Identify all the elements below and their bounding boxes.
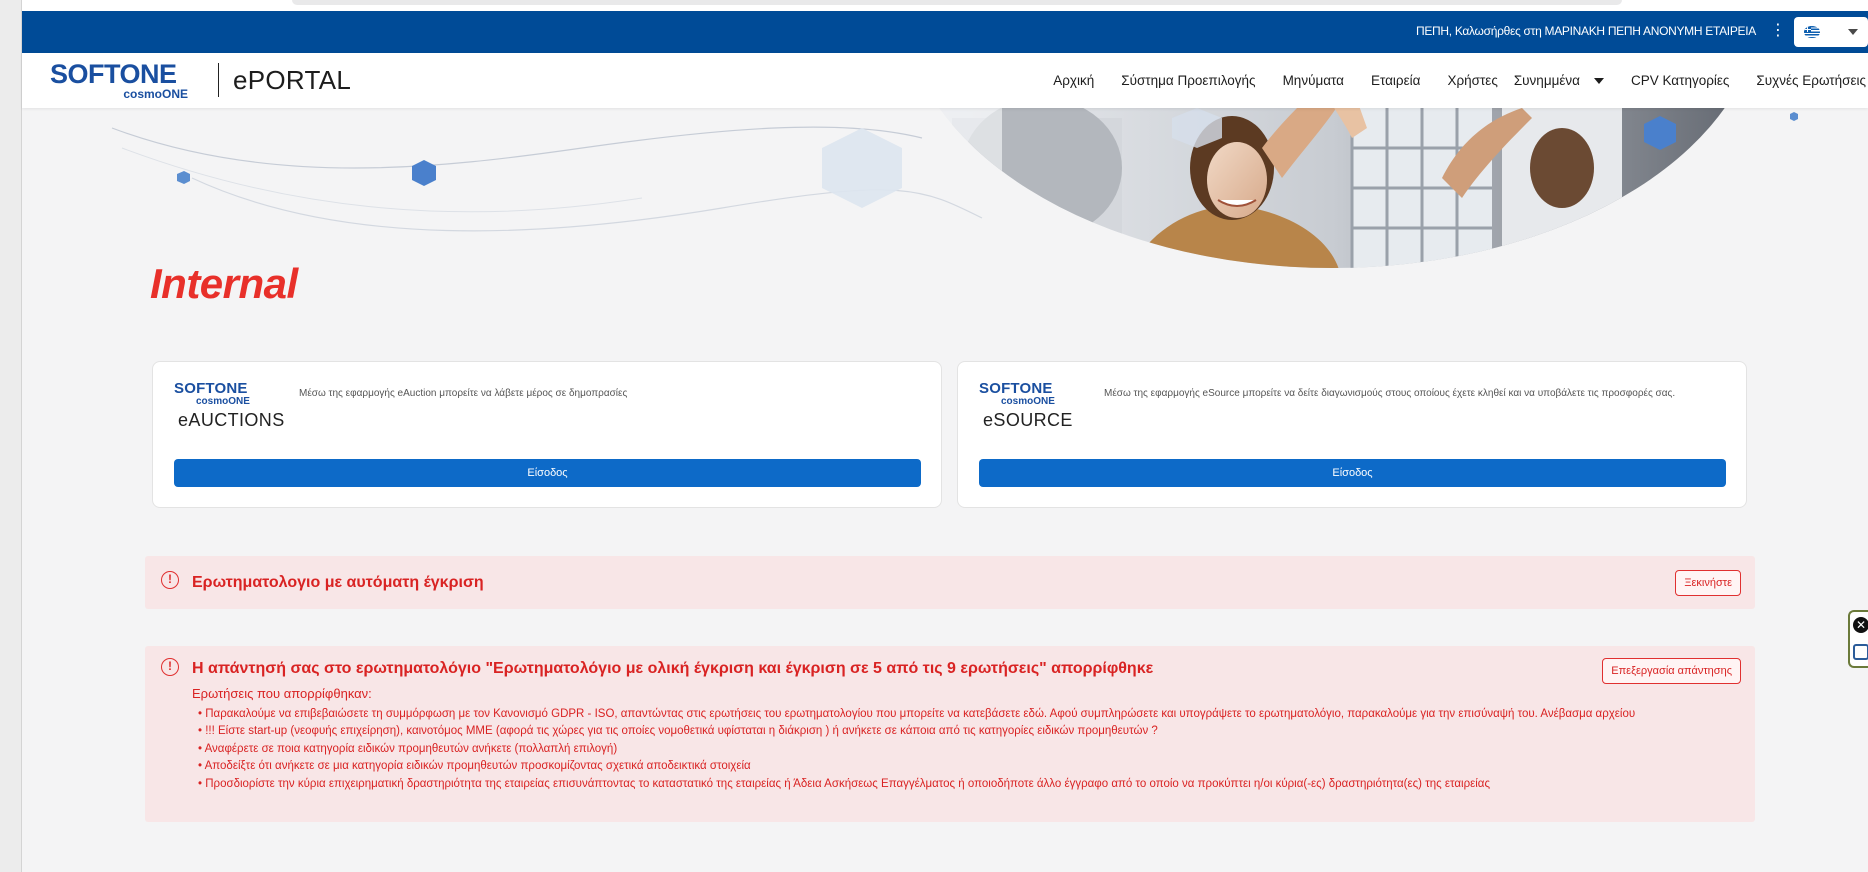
nav-item-users[interactable]: Χρήστες	[1447, 73, 1497, 88]
nav-item-faq[interactable]: Συχνές Ερωτήσεις	[1756, 73, 1866, 88]
esource-login-button[interactable]: Είσοδος	[979, 459, 1726, 487]
card-description: Μέσω της εφαρμογής eSource μπορείτε να δ…	[1104, 388, 1676, 399]
portal-name: ePORTAL	[233, 65, 352, 95]
eauctions-login-button[interactable]: Είσοδος	[174, 459, 921, 487]
chevron-down-icon	[1593, 77, 1604, 84]
nav-item-home[interactable]: Αρχική	[1053, 73, 1094, 88]
start-questionnaire-button[interactable]: Ξεκινήστε	[1675, 570, 1741, 596]
floating-accessibility-widget[interactable]: ✕	[1848, 610, 1868, 668]
alert-circle-icon: !	[161, 658, 179, 676]
alert-circle-icon: !	[161, 571, 179, 589]
logo-sub: cosmoONE	[1001, 396, 1055, 407]
language-selector[interactable]	[1794, 17, 1868, 47]
hero-illustration	[111, 108, 1798, 268]
globe-icon[interactable]	[1853, 644, 1868, 660]
nav-item-preselection[interactable]: Σύστημα Προεπιλογής	[1121, 73, 1255, 88]
browser-tab-strip	[292, 0, 1622, 5]
nav-item-cpv[interactable]: CPV Κατηγορίες	[1631, 73, 1729, 88]
rejected-questions-label: Ερωτήσεις που απορρίφθηκαν:	[192, 686, 372, 701]
edit-answer-button[interactable]: Επεξεργασία απάντησης	[1602, 658, 1741, 684]
browser-strip	[22, 0, 1868, 11]
esource-logo: SOFTONE cosmoONE eSOURCE	[979, 381, 1087, 437]
main-navbar: SOFTONE cosmoONE ePORTAL Αρχική Σύστημα …	[22, 53, 1868, 108]
nav-item-attachments[interactable]: Συνημμένα	[1514, 73, 1604, 88]
page-heading: Internal	[150, 260, 298, 307]
softone-logo[interactable]: SOFTONE cosmoONE	[50, 59, 210, 102]
questionnaire-alert: ! Ερωτηματολογιο με αυτόματη έγκριση Ξεκ…	[145, 556, 1755, 609]
product-name: eSOURCE	[983, 410, 1073, 430]
alert-title: Ερωτηματολογιο με αυτόματη έγκριση	[192, 574, 484, 591]
nav-item-attachments-label: Συνημμένα	[1513, 73, 1580, 88]
esource-card: SOFTONE cosmoONE eSOURCE Μέσω της εφαρμο…	[957, 361, 1747, 508]
nav-menu: Αρχική Σύστημα Προεπιλογής Μηνύματα Εται…	[1026, 53, 1866, 108]
logo-sub: cosmoONE	[123, 87, 188, 101]
nav-item-company[interactable]: Εταιρεία	[1371, 73, 1420, 88]
list-item: Αποδείξτε ότι ανήκετε σε μια κατηγορία ε…	[198, 758, 1738, 775]
greek-flag-icon	[1804, 26, 1820, 38]
chevron-down-icon	[1848, 29, 1858, 35]
logo-divider	[218, 63, 219, 97]
top-bar: ΠΕΠΗ, Καλωσήρθες στη ΜΑΡΙΝΑΚΗ ΠΕΠΗ ΑΝΟΝΥ…	[22, 11, 1868, 53]
rejected-answer-alert: ! Η απάντησή σας στο ερωτηματολόγιο "Ερω…	[145, 646, 1755, 822]
hero-banner	[22, 108, 1868, 288]
rejected-questions-list: Παρακαλούμε να επιβεβαιώσετε τη συμμόρφω…	[198, 706, 1738, 793]
window-left-edge	[0, 0, 22, 872]
list-item: !!! Είστε start-up (νεοφυής επιχείρηση),…	[198, 723, 1738, 740]
eauctions-logo: SOFTONE cosmoONE eAUCTIONS	[174, 380, 285, 437]
logo-sub: cosmoONE	[196, 396, 250, 407]
alert-title: Η απάντησή σας στο ερωτηματολόγιο "Ερωτη…	[192, 660, 1154, 677]
kebab-menu-icon[interactable]: ⋮	[1770, 23, 1786, 41]
list-item: Παρακαλούμε να επιβεβαιώσετε τη συμμόρφω…	[198, 706, 1738, 723]
product-name: eAUCTIONS	[178, 410, 285, 430]
list-item: Προσδιορίστε την κύρια επιχειρηματική δρ…	[198, 776, 1738, 793]
eauctions-card: SOFTONE cosmoONE eAUCTIONS Μέσω της εφαρ…	[152, 361, 942, 508]
welcome-text: ΠΕΠΗ, Καλωσήρθες στη ΜΑΡΙΝΑΚΗ ΠΕΠΗ ΑΝΟΝΥ…	[1415, 24, 1756, 38]
list-item: Αναφέρετε σε ποια κατηγορία ειδικών προμ…	[198, 741, 1738, 758]
logo-word: SOFTONE	[50, 59, 177, 89]
card-description: Μέσω της εφαρμογής eAuction μπορείτε να …	[299, 388, 628, 399]
logo-word: SOFTONE	[174, 380, 248, 397]
nav-item-messages[interactable]: Μηνύματα	[1283, 73, 1344, 88]
close-icon[interactable]: ✕	[1853, 617, 1868, 633]
logo-word: SOFTONE	[979, 380, 1053, 397]
